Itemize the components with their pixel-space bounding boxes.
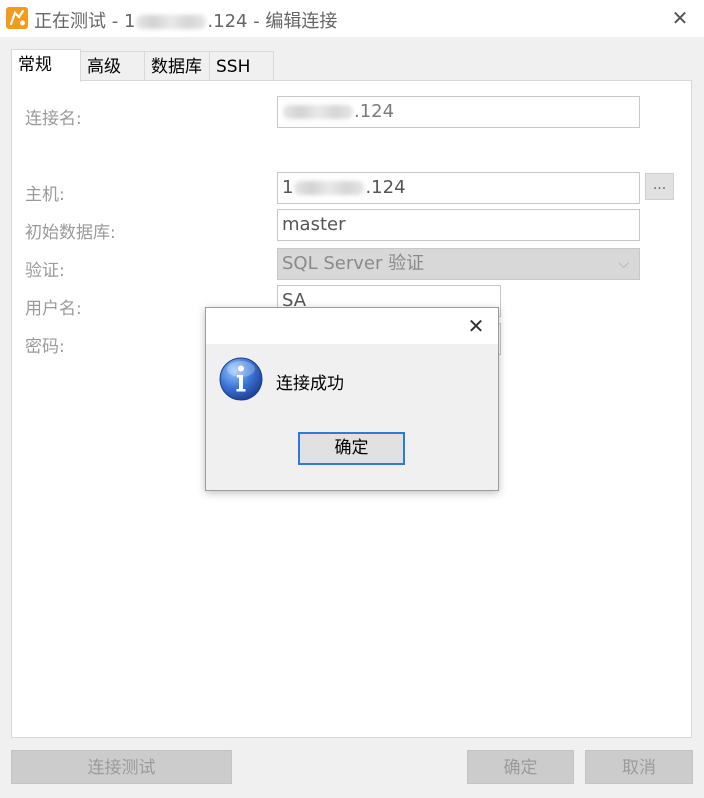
host-label: 主机: bbox=[25, 185, 65, 205]
username-label: 用户名: bbox=[25, 299, 82, 319]
authentication-value: SQL Server 验证 bbox=[282, 253, 425, 274]
window-title: 正在测试 - 1 .124 - 编辑连接 bbox=[34, 7, 337, 33]
redacted-address bbox=[294, 181, 365, 195]
initial-database-field[interactable]: master bbox=[277, 209, 640, 241]
host-value-suffix: .124 bbox=[365, 177, 406, 198]
info-icon bbox=[218, 356, 264, 402]
redacted-address bbox=[136, 15, 207, 29]
dialog-ok-button[interactable]: 确定 bbox=[298, 432, 405, 465]
authentication-select[interactable]: SQL Server 验证 ⌵ bbox=[277, 248, 640, 280]
tab-databases[interactable]: 数据库 bbox=[144, 51, 210, 81]
initial-database-label: 初始数据库: bbox=[25, 223, 116, 243]
password-label: 密码: bbox=[25, 337, 65, 357]
tab-ssh[interactable]: SSH bbox=[209, 51, 274, 81]
ok-button[interactable]: 确定 bbox=[467, 750, 574, 784]
authentication-label: 验证: bbox=[25, 261, 65, 281]
window-close-button[interactable]: ✕ bbox=[662, 2, 698, 34]
navicat-app-icon bbox=[6, 7, 28, 29]
chevron-down-icon: ⌵ bbox=[618, 256, 629, 272]
connection-name-value: .124 bbox=[354, 101, 395, 122]
host-browse-button[interactable]: ... bbox=[645, 173, 674, 200]
host-value-prefix: 1 bbox=[282, 177, 294, 198]
dialog-close-button[interactable]: ✕ bbox=[462, 312, 490, 340]
dialog-message: 连接成功 bbox=[276, 374, 344, 394]
cancel-button[interactable]: 取消 bbox=[585, 750, 693, 784]
connection-name-label: 连接名: bbox=[25, 109, 82, 129]
host-field[interactable]: 1 .124 bbox=[277, 172, 640, 204]
redacted-address bbox=[283, 105, 353, 119]
dialog-title-bar: ✕ bbox=[206, 308, 498, 344]
title-bar: 正在测试 - 1 .124 - 编辑连接 ✕ bbox=[0, 0, 704, 37]
window-title-prefix: 正在测试 - 1 bbox=[34, 11, 136, 32]
window-title-suffix: .124 - 编辑连接 bbox=[207, 11, 338, 32]
tab-general[interactable]: 常规 bbox=[11, 49, 81, 82]
connection-name-field[interactable]: .124 bbox=[277, 96, 640, 128]
connection-success-dialog: ✕ 连接成功 确定 bbox=[205, 307, 499, 491]
tab-advanced[interactable]: 高级 bbox=[80, 51, 145, 81]
test-connection-button[interactable]: 连接测试 bbox=[11, 750, 232, 784]
